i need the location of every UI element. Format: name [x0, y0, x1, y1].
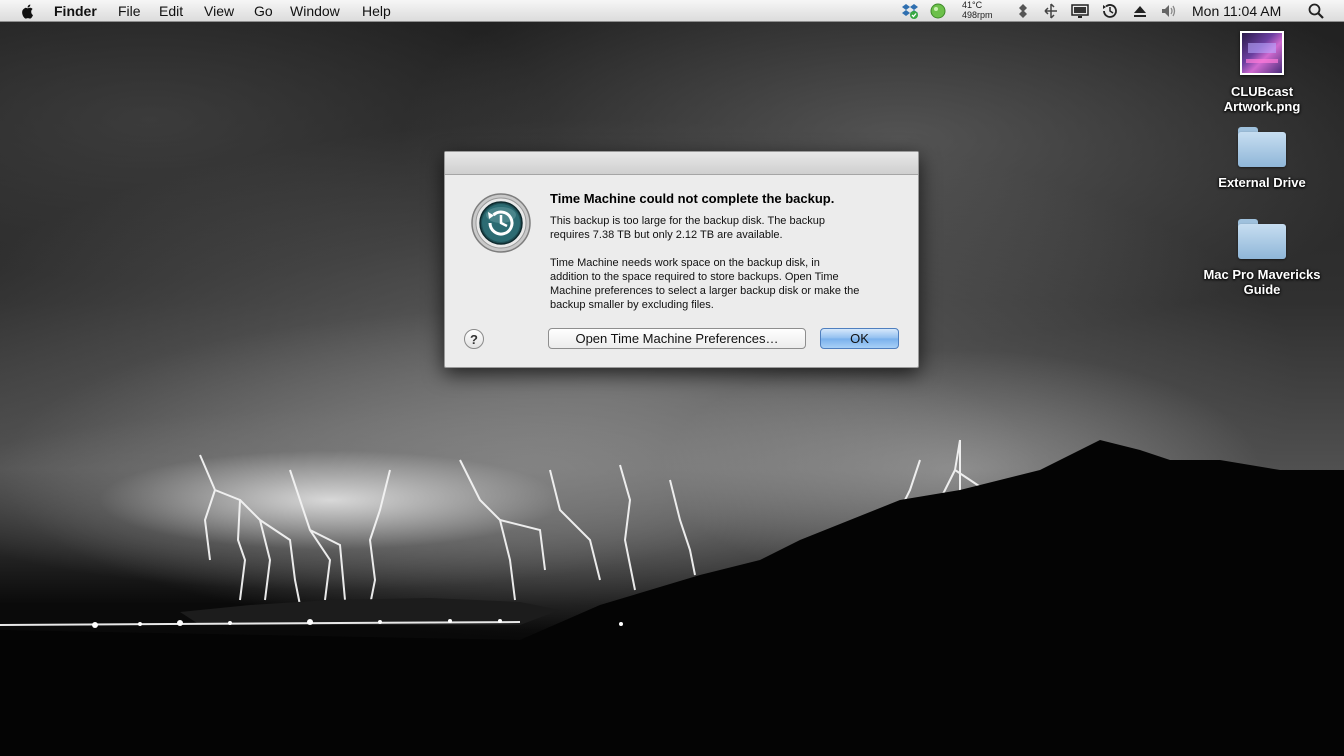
dialog-message-secondary: Time Machine needs work space on the bac…: [550, 256, 900, 312]
ok-button[interactable]: OK: [820, 328, 899, 349]
desktop-item-external-drive[interactable]: External Drive: [1202, 127, 1322, 190]
message-line: addition to the space required to store …: [550, 271, 839, 283]
dialog-message-primary: This backup is too large for the backup …: [550, 214, 900, 242]
time-machine-icon: [469, 191, 533, 255]
lightning-landscape-image: [0, 439, 1344, 756]
dialog-titlebar[interactable]: [445, 152, 918, 175]
desktop-item-label-line2: Artwork.png: [1223, 99, 1301, 114]
time-machine-alert-dialog: Time Machine could not complete the back…: [444, 151, 919, 368]
menu-clock[interactable]: Mon 11:04 AM: [1192, 2, 1281, 20]
desktop-item-clubcast-artwork[interactable]: CLUBcast Artwork.png: [1202, 31, 1322, 114]
volume-icon[interactable]: [1160, 2, 1178, 20]
menu-go[interactable]: Go: [254, 2, 273, 20]
open-time-machine-preferences-button[interactable]: Open Time Machine Preferences…: [548, 328, 806, 349]
menu-help[interactable]: Help: [362, 2, 391, 20]
display-icon[interactable]: [1071, 2, 1089, 20]
desktop-item-label: Mac Pro Mavericks: [1203, 267, 1321, 282]
spotlight-icon[interactable]: [1307, 2, 1325, 20]
network-icon[interactable]: [1014, 2, 1032, 20]
desktop-wallpaper: [0, 0, 1344, 756]
help-button[interactable]: ?: [464, 329, 484, 349]
dropbox-icon[interactable]: [901, 2, 919, 20]
desktop-item-label: External Drive: [1218, 175, 1306, 190]
bluetooth-icon[interactable]: [1042, 2, 1060, 20]
folder-icon: [1238, 127, 1286, 167]
time-machine-menu-icon[interactable]: [1101, 2, 1119, 20]
message-line: Machine preferences to select a larger b…: [550, 285, 860, 297]
temperature-text: 41°C: [962, 0, 983, 10]
fan-speed-text: 498rpm: [962, 10, 993, 20]
menu-window[interactable]: Window: [290, 2, 340, 20]
menu-app-finder[interactable]: Finder: [54, 2, 97, 20]
status-green-icon[interactable]: [929, 2, 947, 20]
menu-bar: Finder File Edit View Go Window Help 41°…: [0, 0, 1344, 22]
apple-icon[interactable]: [19, 2, 37, 20]
desktop-item-mac-pro-mavericks-guide[interactable]: Mac Pro Mavericks Guide: [1202, 219, 1322, 297]
image-thumbnail-icon: [1240, 31, 1284, 75]
temperature-fan-readout[interactable]: 41°C 498rpm: [962, 0, 993, 20]
folder-icon: [1238, 219, 1286, 259]
message-line: This backup is too large for the backup …: [550, 215, 825, 227]
message-line: requires 7.38 TB but only 2.12 TB are av…: [550, 229, 783, 241]
message-line: Time Machine needs work space on the bac…: [550, 257, 820, 269]
desktop-item-label: CLUBcast: [1230, 84, 1294, 99]
desktop-item-label-line2: Guide: [1243, 282, 1281, 297]
menu-edit[interactable]: Edit: [159, 2, 183, 20]
dialog-title: Time Machine could not complete the back…: [550, 191, 835, 206]
menu-file[interactable]: File: [118, 2, 141, 20]
menu-view[interactable]: View: [204, 2, 234, 20]
eject-icon[interactable]: [1131, 2, 1149, 20]
message-line: backup smaller by excluding files.: [550, 299, 714, 311]
